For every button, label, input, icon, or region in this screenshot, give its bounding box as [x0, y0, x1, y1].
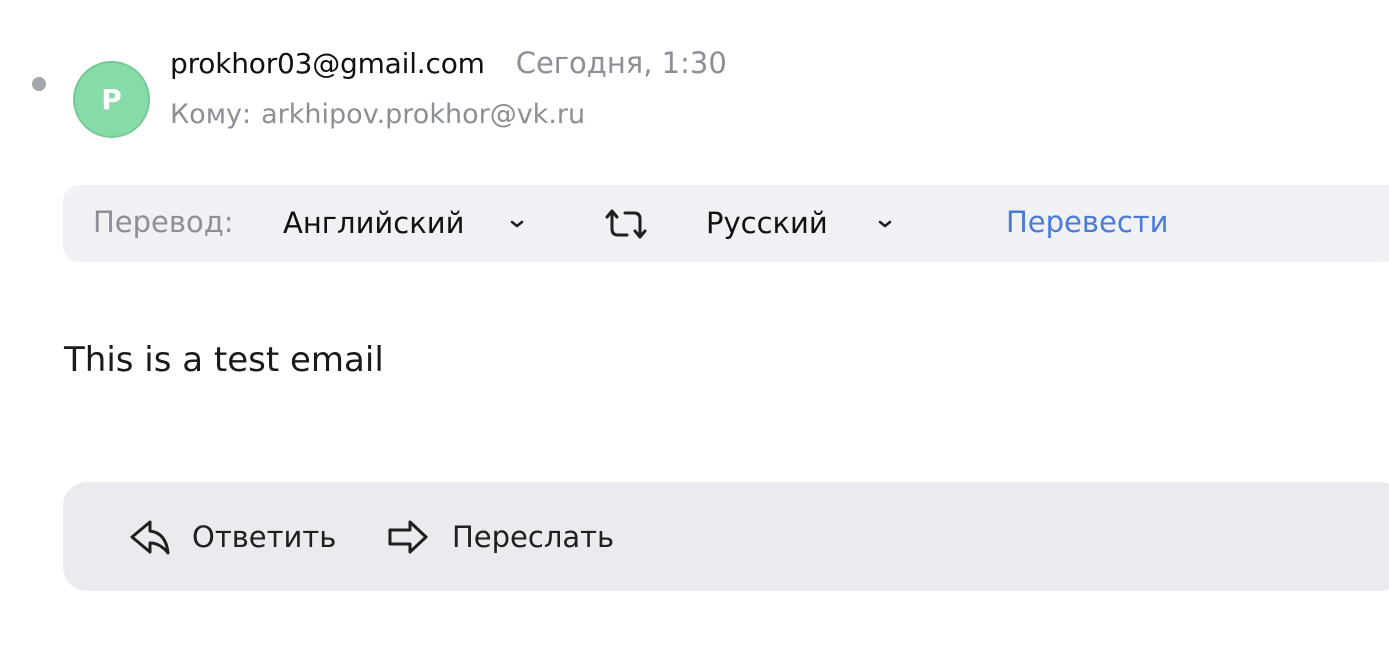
forward-button[interactable]: Переслать	[386, 512, 614, 562]
source-language-select[interactable]: Английский	[283, 203, 533, 243]
chevron-down-icon	[510, 220, 524, 228]
reply-arrow-icon	[130, 520, 170, 555]
chevron-down-icon	[878, 220, 892, 228]
translate-button[interactable]: Перевести	[1006, 205, 1169, 239]
target-language-select[interactable]: Русский	[706, 203, 906, 243]
swap-arrows-icon[interactable]	[603, 207, 649, 241]
translate-label: Перевод:	[93, 205, 234, 239]
forward-label: Переслать	[452, 520, 615, 554]
email-view: P prokhor03@gmail.com Сегодня, 1:30 Кому…	[0, 0, 1389, 660]
message-actions-bar: Ответить Переслать	[63, 482, 1389, 591]
forward-arrow-icon	[388, 520, 428, 554]
message-date: Сегодня, 1:30	[515, 46, 727, 80]
target-language-label: Русский	[706, 206, 828, 240]
unread-indicator-dot[interactable]	[32, 77, 46, 91]
source-language-label: Английский	[283, 206, 465, 240]
recipient-email[interactable]: arkhipov.prokhor@vk.ru	[261, 99, 585, 130]
sender-line: prokhor03@gmail.com Сегодня, 1:30	[170, 46, 727, 80]
reply-label: Ответить	[192, 520, 337, 554]
reply-button[interactable]: Ответить	[128, 512, 336, 562]
sender-avatar[interactable]: P	[73, 61, 150, 138]
message-body: This is a test email	[64, 340, 384, 380]
sender-email[interactable]: prokhor03@gmail.com	[170, 47, 485, 80]
to-label: Кому:	[170, 99, 252, 130]
recipient-line: Кому: arkhipov.prokhor@vk.ru	[170, 99, 585, 130]
translate-bar: Перевод: Английский Русский Перевести	[63, 185, 1389, 262]
avatar-letter: P	[101, 83, 122, 116]
